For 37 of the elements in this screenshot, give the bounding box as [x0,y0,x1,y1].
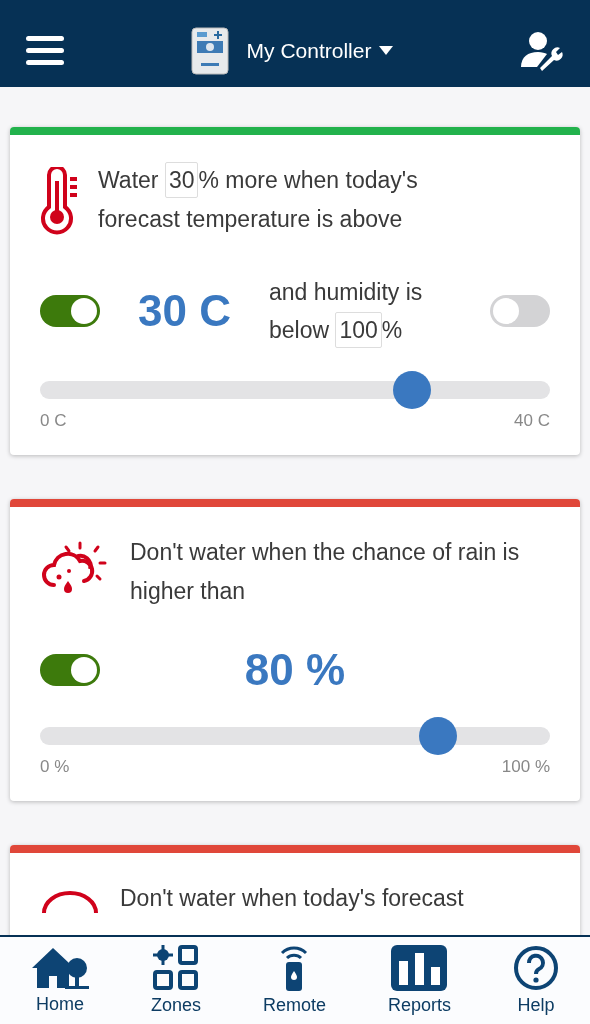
remote-icon [279,945,310,991]
controller-dropdown[interactable]: My Controller [246,38,394,63]
nav-tab[interactable]: Reports [387,945,451,1016]
nav-tab[interactable]: Zones [150,945,201,1016]
caret-icon [379,46,394,55]
humidity-text: below [268,317,330,343]
house-tree-icon [31,946,89,990]
toggle-switch[interactable] [490,295,550,327]
slider-thumb[interactable] [393,371,432,409]
rule-text: Don't water when the chance of rain is higher than [130,538,521,606]
user-settings-icon[interactable] [520,30,564,71]
slider-max-label: 100 % [501,757,550,777]
controller-device-icon [190,26,231,75]
threshold-value: 80 % [243,645,347,695]
zones-grid-icon [152,945,199,991]
bar-chart-icon [391,945,448,991]
rule-text: forecast temperature is above [98,206,403,232]
thermometer-icon [40,167,78,235]
rule-text: % more when today's [198,167,418,193]
slider-min-label: 0 C [40,411,67,431]
nav-tab[interactable]: Remote [262,945,326,1016]
percent-sign: % [381,317,403,343]
toggle-switch[interactable] [40,654,100,686]
percent-input[interactable]: 30 [164,162,199,198]
rule-text: Water [98,167,159,193]
humidity-text: and humidity is [268,279,423,305]
slider-min-label: 0 % [40,757,70,777]
slider-max-label: 40 C [514,411,550,431]
toggle-switch[interactable] [40,295,100,327]
nav-tab[interactable]: Help [512,945,559,1016]
humidity-input[interactable]: 100 [335,312,382,348]
threshold-value: 30 C [138,286,231,336]
rule-text: Don't water when today's forecast [120,884,464,913]
slider-thumb[interactable] [418,717,457,755]
help-icon [512,945,559,991]
menu-icon[interactable] [26,35,64,66]
nav-tab[interactable]: Home [31,946,89,1015]
